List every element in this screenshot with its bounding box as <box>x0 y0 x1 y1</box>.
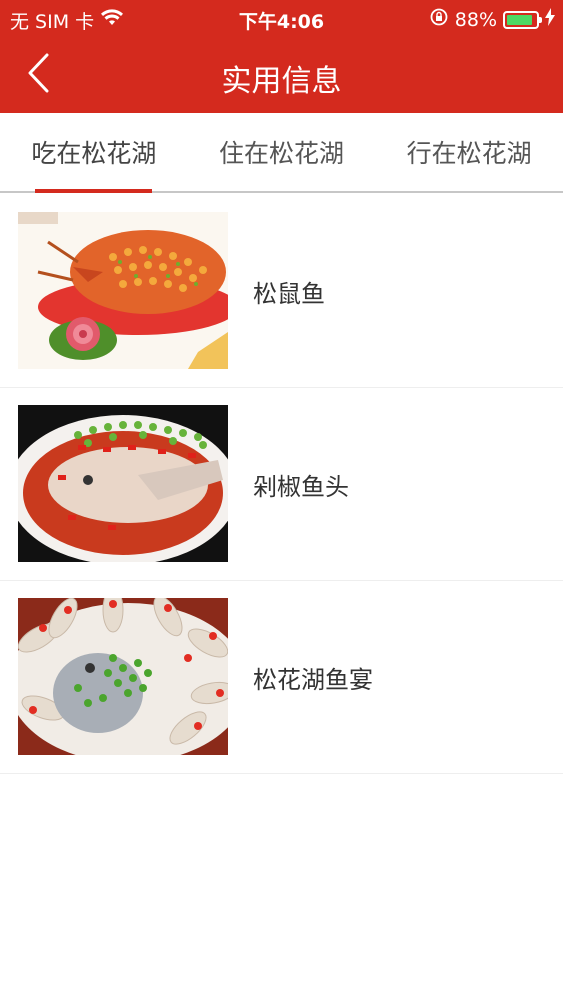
tab-bar: 吃在松花湖 住在松花湖 行在松花湖 <box>0 113 563 193</box>
tab-label: 住在松花湖 <box>219 139 345 168</box>
dish-image <box>18 212 228 369</box>
dish-name: 剁椒鱼头 <box>253 473 349 501</box>
list-item[interactable]: 松鼠鱼 <box>0 195 563 388</box>
navigation-bar: 实用信息 <box>0 38 563 113</box>
list-item[interactable]: 剁椒鱼头 <box>0 388 563 581</box>
battery-icon <box>503 10 542 29</box>
dish-image <box>18 598 228 755</box>
battery-percent: 88% <box>454 8 497 31</box>
tab-travel[interactable]: 行在松花湖 <box>375 113 563 191</box>
tab-label: 行在松花湖 <box>406 139 532 168</box>
tab-stay[interactable]: 住在松花湖 <box>188 113 376 191</box>
charging-bolt-icon <box>545 8 555 31</box>
tab-label: 吃在松花湖 <box>31 139 157 168</box>
active-tab-indicator <box>35 189 152 193</box>
tab-eat[interactable]: 吃在松花湖 <box>0 113 188 193</box>
battery-fill <box>507 14 532 25</box>
page-title: 实用信息 <box>221 64 342 99</box>
status-right: 88% <box>429 7 555 32</box>
dish-name: 松鼠鱼 <box>253 280 325 308</box>
status-bar: 无 SIM 卡 下午4:06 88% <box>0 0 563 38</box>
list-item[interactable]: 松花湖鱼宴 <box>0 581 563 774</box>
dish-name: 松花湖鱼宴 <box>253 666 373 694</box>
food-list: 松鼠鱼 剁椒鱼头 松花湖鱼宴 <box>0 195 563 774</box>
dish-image <box>18 405 228 562</box>
orientation-lock-icon <box>429 7 449 32</box>
